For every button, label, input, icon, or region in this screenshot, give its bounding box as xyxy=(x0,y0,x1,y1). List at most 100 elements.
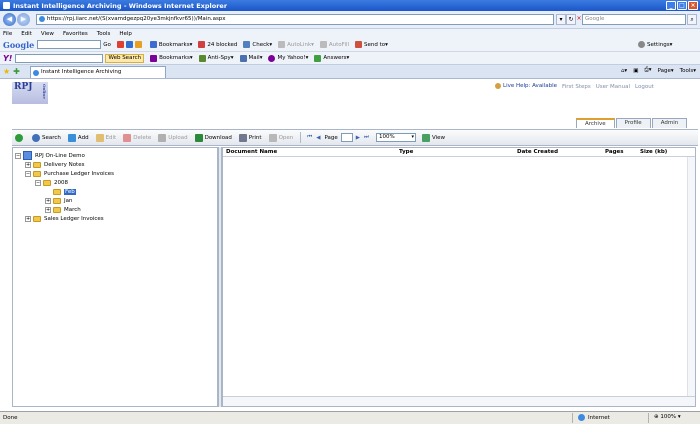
download-button[interactable]: Download xyxy=(194,133,232,142)
tree-node-march[interactable]: + March xyxy=(45,207,81,213)
delete-button[interactable]: Delete xyxy=(123,133,151,142)
maximize-button[interactable]: □ xyxy=(677,1,687,10)
tree-node-2008[interactable]: − 2008 xyxy=(35,180,68,186)
print-icon[interactable]: ⎙▾ xyxy=(644,67,651,74)
menu-file[interactable]: File xyxy=(3,31,12,37)
globe-icon xyxy=(578,414,585,421)
popup-blocked-button[interactable]: 24 blocked xyxy=(198,41,237,48)
autofill-button[interactable]: AutoFill xyxy=(319,41,349,48)
search-input[interactable]: Google xyxy=(582,14,686,25)
magnifier-icon xyxy=(32,133,40,142)
refresh-icon[interactable]: ↻ xyxy=(566,14,576,25)
col-size[interactable]: Size (kb) xyxy=(640,149,667,155)
col-document-name[interactable]: Document Name xyxy=(226,149,277,155)
upload-button[interactable]: Upload xyxy=(158,133,188,142)
next-page-button[interactable]: ▶ xyxy=(356,135,360,141)
refresh-button[interactable] xyxy=(15,133,25,142)
grid-footer xyxy=(223,396,695,406)
zoom-select[interactable]: 100% ▾ xyxy=(375,133,416,142)
collapse-toggle[interactable]: − xyxy=(25,171,31,177)
favorites-star-icon[interactable]: ★ xyxy=(3,67,10,76)
feeds-icon[interactable]: ▣ xyxy=(633,68,638,74)
archive-toolbar: Search Add Edit Delete Upload Download P… xyxy=(12,129,698,146)
first-steps-link[interactable]: First Steps xyxy=(562,84,591,90)
web-search-button[interactable]: Web Search xyxy=(105,53,145,63)
col-type[interactable]: Type xyxy=(399,149,413,155)
spellcheck-icon xyxy=(243,41,251,48)
tree-node-feb[interactable]: Feb xyxy=(45,189,76,195)
collapse-toggle[interactable]: − xyxy=(15,152,21,159)
user-manual-link[interactable]: User Manual xyxy=(596,84,630,90)
yahoo-search-input[interactable] xyxy=(15,53,104,63)
my-yahoo-button[interactable]: My Yahoo! ▾ xyxy=(268,54,308,62)
zoom-level-button[interactable]: ⊕ 100% ▾ xyxy=(654,414,681,420)
google-go-button[interactable]: Go xyxy=(103,42,111,48)
bookmarks-button[interactable]: Bookmarks ▾ xyxy=(149,41,192,48)
live-help-link[interactable]: Live Help: Available xyxy=(495,83,557,89)
minimize-button[interactable]: _ xyxy=(666,1,676,10)
back-button[interactable]: ◀ xyxy=(3,13,16,26)
edit-button[interactable]: Edit xyxy=(95,133,116,142)
view-button[interactable]: View xyxy=(421,133,445,142)
tree-node-jan[interactable]: + Jan xyxy=(45,198,72,204)
menu-help[interactable]: Help xyxy=(119,31,132,37)
status-divider xyxy=(648,413,649,423)
tools-menu[interactable]: Tools▾ xyxy=(680,68,696,74)
answers-button[interactable]: Answers ▾ xyxy=(314,54,349,62)
mail-button[interactable]: Mail ▾ xyxy=(239,54,262,62)
lock-icon[interactable]: ▾ xyxy=(556,14,566,25)
anti-spy-button[interactable]: Anti-Spy ▾ xyxy=(198,54,234,62)
menu-edit[interactable]: Edit xyxy=(21,31,32,37)
add-button[interactable]: Add xyxy=(67,133,89,142)
forward-button[interactable]: ▶ xyxy=(17,13,30,26)
toolbar-separator xyxy=(300,132,302,143)
col-pages[interactable]: Pages xyxy=(605,149,624,155)
settings-button[interactable]: Settings ▾ xyxy=(638,41,672,48)
tab-admin[interactable]: Admin xyxy=(651,118,688,128)
expand-toggle[interactable]: + xyxy=(25,162,31,168)
search-go-icon[interactable]: ⌕ xyxy=(687,14,697,25)
grid-scrollbar[interactable] xyxy=(687,157,695,396)
home-icon[interactable]: ⌂▾ xyxy=(621,68,627,74)
tab-profile[interactable]: Profile xyxy=(615,118,651,128)
menu-view[interactable]: View xyxy=(41,31,54,37)
print-button[interactable]: Print xyxy=(238,133,262,142)
close-button[interactable]: × xyxy=(688,1,698,10)
address-input[interactable]: https://rpj.iiarc.net/(S(xvamdgezpq20ye3… xyxy=(36,14,554,25)
tab-archive[interactable]: Archive xyxy=(576,118,615,128)
last-page-button[interactable]: ⏭ xyxy=(364,134,369,141)
prev-page-button[interactable]: ◀ xyxy=(316,135,320,141)
menu-favorites[interactable]: Favorites xyxy=(63,31,88,37)
expand-toggle[interactable]: + xyxy=(45,198,51,204)
yahoo-bookmarks-button[interactable]: Bookmarks ▾ xyxy=(150,54,193,62)
rpj-logo: RPJ Online xyxy=(12,82,48,104)
add-favorites-icon[interactable]: ✚ xyxy=(13,67,20,76)
search-button[interactable]: Search xyxy=(32,133,61,142)
folder-icon xyxy=(43,180,51,186)
autolink-button[interactable]: AutoLink ▾ xyxy=(278,41,314,48)
expand-toggle[interactable]: + xyxy=(25,216,31,222)
chevron-down-icon: ▾ xyxy=(411,134,414,140)
document-grid: Document Name Type Date Created Pages Si… xyxy=(222,147,696,407)
logout-link[interactable]: Logout xyxy=(635,84,654,90)
col-date-created[interactable]: Date Created xyxy=(517,149,558,155)
folder-icon xyxy=(33,162,41,168)
tree-node-sales-ledger[interactable]: + Sales Ledger Invoices xyxy=(25,216,104,222)
collapse-toggle[interactable]: − xyxy=(35,180,41,186)
check-button[interactable]: Check ▾ xyxy=(243,41,272,48)
expand-toggle[interactable]: + xyxy=(45,207,51,213)
security-zone: Internet xyxy=(578,414,610,421)
tree-node-purchase-ledger[interactable]: − Purchase Ledger Invoices xyxy=(25,171,114,177)
yahoo-logo: Y! xyxy=(3,53,13,63)
page-number-input[interactable] xyxy=(340,133,353,142)
page-menu[interactable]: Page▾ xyxy=(658,68,674,74)
browser-tab[interactable]: Instant Intelligence Archiving xyxy=(30,66,166,78)
tree-root[interactable]: − RPJ On-Line Demo xyxy=(15,151,85,160)
menu-tools[interactable]: Tools xyxy=(97,31,111,37)
open-button[interactable]: Open xyxy=(268,133,293,142)
google-search-input[interactable] xyxy=(37,40,102,49)
google-extra-icons[interactable] xyxy=(116,41,144,48)
tree-node-delivery-notes[interactable]: + Delivery Notes xyxy=(25,162,84,168)
first-page-button[interactable]: ⏮ xyxy=(307,134,312,141)
send-to-button[interactable]: Send to ▾ xyxy=(355,41,388,48)
